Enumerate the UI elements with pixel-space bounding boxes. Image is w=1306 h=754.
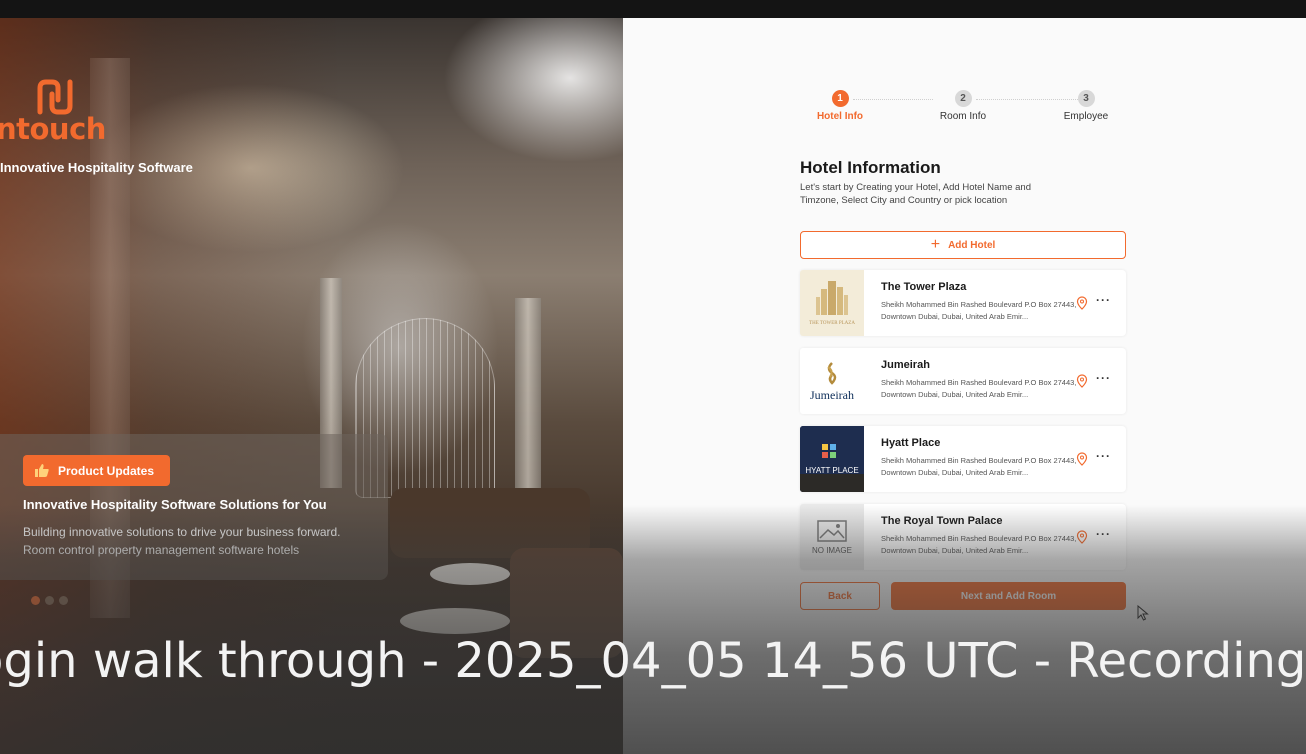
- product-updates-label: Product Updates: [58, 463, 155, 478]
- page-title: Hotel Information: [800, 158, 941, 177]
- more-options-icon[interactable]: ···: [1096, 449, 1111, 463]
- image-placeholder-icon: [817, 519, 847, 542]
- plus-icon: +: [930, 236, 941, 253]
- back-button[interactable]: Back: [800, 582, 880, 610]
- hotel-card[interactable]: NO IMAGE The Royal Town Palace Sheikh Mo…: [800, 504, 1126, 570]
- thumbs-up-icon: [35, 464, 49, 477]
- hotel-name: The Tower Plaza: [881, 281, 967, 293]
- more-options-icon[interactable]: ···: [1096, 527, 1111, 541]
- no-image-label: NO IMAGE: [811, 545, 852, 555]
- step-label: Hotel Info: [816, 111, 864, 122]
- location-pin-icon[interactable]: [1076, 374, 1088, 388]
- promo-description: Building innovative solutions to drive y…: [23, 523, 353, 559]
- step-number: 3: [1077, 90, 1095, 107]
- more-options-icon[interactable]: ···: [1096, 293, 1111, 307]
- location-pin-icon[interactable]: [1076, 452, 1088, 466]
- promo-line-1: Building innovative solutions to drive y…: [23, 525, 341, 539]
- hyatt-place-logo-text: HYATT PLACE: [805, 466, 858, 475]
- hotel-address: Sheikh Mohammed Bin Rashed Boulevard P.O…: [881, 534, 1077, 555]
- add-hotel-button[interactable]: + Add Hotel: [800, 231, 1126, 259]
- window-top-bar: [0, 0, 1306, 18]
- add-hotel-label: Add Hotel: [948, 239, 996, 251]
- hotel-name: Jumeirah: [881, 359, 930, 371]
- tower-plaza-logo-text: THE TOWER PLAZA: [809, 321, 855, 326]
- product-updates-badge[interactable]: Product Updates: [23, 455, 170, 486]
- hotel-card[interactable]: THE TOWER PLAZA The Tower Plaza Sheikh M…: [800, 270, 1126, 336]
- step-number: 1: [831, 90, 849, 107]
- carousel-dot[interactable]: [45, 596, 54, 605]
- promo-line-2: Room control property management softwar…: [23, 543, 300, 557]
- step-number: 2: [954, 90, 972, 107]
- hotel-thumbnail: NO IMAGE: [800, 504, 864, 570]
- tower-plaza-logo-icon: THE TOWER PLAZA: [809, 281, 855, 326]
- hotel-thumbnail: Jumeirah: [800, 348, 864, 414]
- step-hotel-info[interactable]: 1 Hotel Info: [795, 90, 885, 122]
- mouse-cursor-icon: [1137, 605, 1149, 621]
- hotel-card[interactable]: HYATT PLACE Hyatt Place Sheikh Mohammed …: [800, 426, 1126, 492]
- carousel-dot[interactable]: [31, 596, 40, 605]
- brand-wordmark: ntouch: [0, 112, 106, 146]
- hotel-thumbnail: THE TOWER PLAZA: [800, 270, 864, 336]
- promo-title: Innovative Hospitality Software Solution…: [23, 497, 327, 512]
- hotel-card[interactable]: Jumeirah Jumeirah Sheikh Mohammed Bin Ra…: [800, 348, 1126, 414]
- recording-title: ogin walk through - 2025_04_05 14_56 UTC…: [0, 633, 1306, 689]
- hotel-name: The Royal Town Palace: [881, 515, 1003, 527]
- page-subtitle: Let's start by Creating your Hotel, Add …: [800, 182, 1031, 206]
- hotel-address: Sheikh Mohammed Bin Rashed Boulevard P.O…: [881, 456, 1077, 477]
- hotel-thumbnail: HYATT PLACE: [800, 426, 864, 492]
- hotel-address: Sheikh Mohammed Bin Rashed Boulevard P.O…: [881, 378, 1077, 399]
- hotel-name: Hyatt Place: [881, 437, 941, 449]
- brand-tagline: Innovative Hospitality Software: [0, 160, 193, 175]
- more-options-icon[interactable]: ···: [1096, 371, 1111, 385]
- jumeirah-logo-icon: Jumeirah: [810, 362, 854, 402]
- next-add-room-button[interactable]: Next and Add Room: [891, 582, 1126, 610]
- ntouch-logo-icon: [37, 79, 73, 115]
- carousel-dot[interactable]: [59, 596, 68, 605]
- product-updates-card: Product Updates Innovative Hospitality S…: [0, 434, 388, 580]
- step-label: Employee: [1063, 111, 1109, 122]
- location-pin-icon[interactable]: [1076, 296, 1088, 310]
- jumeirah-logo-text: Jumeirah: [810, 388, 854, 402]
- hotel-address: Sheikh Mohammed Bin Rashed Boulevard P.O…: [881, 300, 1077, 321]
- location-pin-icon[interactable]: [1076, 530, 1088, 544]
- step-label: Room Info: [939, 111, 987, 122]
- hyatt-place-logo-icon: HYATT PLACE: [800, 426, 864, 492]
- step-room-info[interactable]: 2 Room Info: [918, 90, 1008, 122]
- carousel-indicator: [31, 596, 68, 605]
- step-employee[interactable]: 3 Employee: [1041, 90, 1131, 122]
- progress-stepper: 1 Hotel Info 2 Room Info 3 Employee: [808, 90, 1138, 130]
